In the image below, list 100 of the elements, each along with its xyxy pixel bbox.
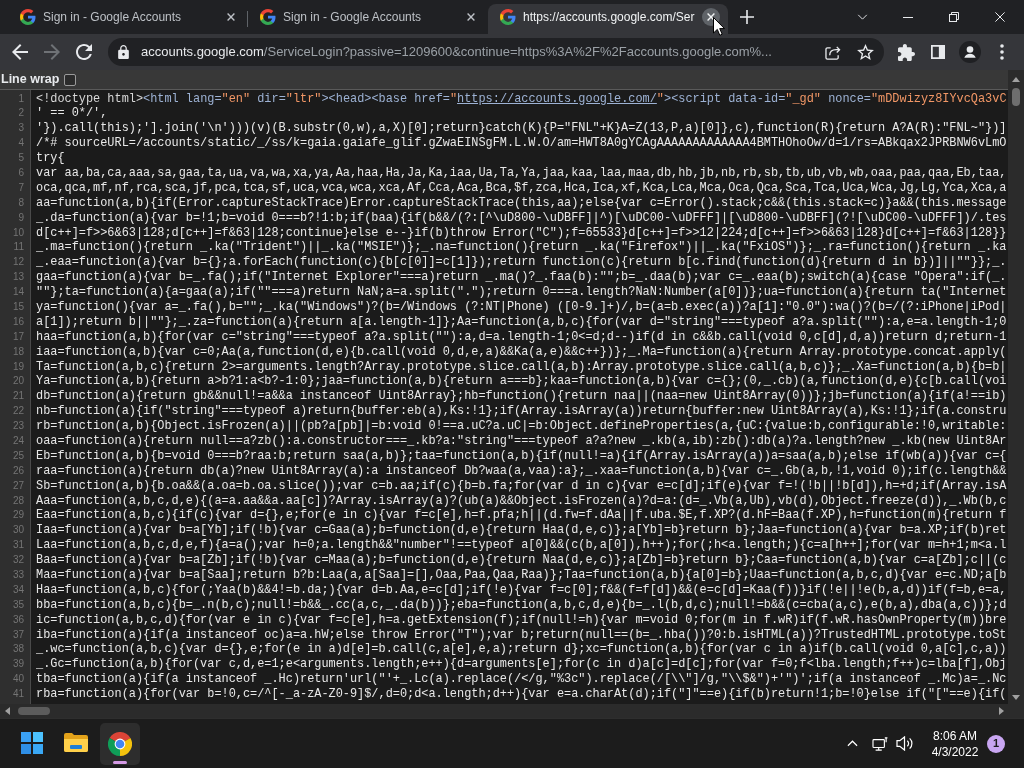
line-number: 38 bbox=[12, 643, 24, 655]
line-number: 25 bbox=[12, 449, 24, 461]
line-number: 10 bbox=[12, 226, 24, 238]
line-number: 9 bbox=[18, 211, 24, 223]
code-line: Sb=function(a,b){b.oa&&(a.oa=b.oa.slice());var c=b.aa;if(c){b=b.fa;for(var d in c){var e=c[d];if(e){var f=!(!b||!b[d]),h=+d;if(Array.isA bbox=[36, 478, 1007, 494]
scroll-down-icon[interactable] bbox=[1012, 694, 1020, 700]
code-line: iba=function(a){if(a instanceof oc)a=a.hW;else throw Error("T");var b;return(null==(b=_.hba())?0:b.isHTML(a))?TrustedHTML.prototype.toSt bbox=[36, 627, 1007, 643]
code-line: Ya=function(a,b){return a>b?1:a<b?-1:0};jaa=function(a,b){return a===b};kaa=function(a,b){var c={};(0,_.cb)(a,function(d,e){c[b.call(voi bbox=[36, 374, 1007, 390]
line-number: 32 bbox=[12, 554, 24, 566]
scroll-right-icon[interactable] bbox=[998, 707, 1004, 715]
code-line: haa=function(a,b){for(var c="string"===typeof a?a.split(""):a,d=a.length-1;0<=d;d--)if(d in c&&b.call(void 0,c[d],d,a))return d;return-1 bbox=[36, 329, 1007, 345]
g-logo-icon bbox=[260, 9, 276, 25]
address-field[interactable]: accounts.google.com/ServiceLogin?passive=1209600&continue=https%3A%2F%2Faccounts.google.com%... bbox=[108, 38, 884, 66]
plus-icon[interactable] bbox=[740, 10, 754, 24]
line-number: 37 bbox=[12, 628, 24, 640]
reload-icon[interactable] bbox=[76, 44, 92, 60]
star-icon[interactable] bbox=[857, 44, 874, 60]
notification-badge[interactable]: 1 bbox=[987, 734, 1005, 753]
g-logo-icon bbox=[500, 9, 516, 25]
code-line: ic=function(a,b,c,d){for(var e in c){var f=c[e],h=a.getExtension(f);if(null!=h){var m=void 0;for(m in f.wR)if(f.wR.hasOwnProperty(m))bre bbox=[36, 612, 1007, 628]
browser-tab[interactable]: Sign in - Google Accounts bbox=[248, 4, 488, 34]
clock-date[interactable]: 4/3/2022 bbox=[931, 743, 979, 760]
code-line: ' == 0*/', bbox=[36, 106, 108, 122]
minimize-icon[interactable] bbox=[903, 16, 913, 18]
line-number: 6 bbox=[18, 166, 24, 178]
scrollbar-thumb[interactable] bbox=[1012, 88, 1020, 106]
scrollbar-thumb[interactable] bbox=[18, 707, 50, 715]
url-link[interactable]: https://accounts.google.com/ bbox=[457, 91, 657, 106]
start-icon[interactable] bbox=[21, 732, 43, 754]
line-number: 27 bbox=[12, 479, 24, 491]
code-line: _.da=function(a){var b=!1;b=void 0===b?!1:b;if(baa){if(b&&/(?:[^\uD800-\uDBFF]|^)[\uDC00-\uDFFF]|[\uD800-\uDBFF](?![\uDC00-\uDFFF])/.tes bbox=[36, 210, 1007, 226]
line-number: 12 bbox=[12, 256, 24, 268]
checkbox-label: Line wrap bbox=[1, 72, 60, 87]
scroll-left-icon[interactable] bbox=[4, 707, 10, 715]
line-number: 7 bbox=[18, 181, 24, 193]
close-icon[interactable] bbox=[467, 13, 475, 21]
code-line: <!doctype html><html lang="en" dir="ltr"><head><base href="https://accounts.google.com/"><script data-id="_gd" nonce="mDDwizyz8IYvcQa3vC bbox=[36, 91, 1007, 107]
line-number: 28 bbox=[12, 494, 24, 506]
code-line: raa=function(a){return db(a)?new Uint8Array(a):a instanceof Db?waa(a,vaa):a};_.xaa=function(a,b){var c=_.Gb(a,b,!1,void 0);if(c.length&& bbox=[36, 463, 1007, 479]
line-number: 1 bbox=[18, 92, 24, 104]
browser-tab[interactable]: Sign in - Google Accounts bbox=[8, 4, 248, 34]
folder-icon[interactable] bbox=[64, 732, 88, 752]
code-line: Ta=function(a,b,c){return 2>=arguments.length?Array.prototype.slice.call(a,b):Array.prototype.slice.call(a,b,c)};_.Xa=function(a,b){b=b| bbox=[36, 359, 1007, 375]
avatar-icon[interactable] bbox=[959, 41, 981, 63]
lock-icon bbox=[118, 45, 129, 59]
line-number: 33 bbox=[12, 569, 24, 580]
code-line: oca,qca,mf,nf,rca,sca,jf,pca,tca,sf,uca,vca,wca,xca,Af,Cca,Aca,Bca,$f,zca,Hca,Ica,xf,Kca,Lca,Mca,Oca,Qca,Sca,Tca,Uca,Wca,Jg,Lg,Yca,Xca,a bbox=[36, 180, 1007, 196]
network-icon[interactable] bbox=[872, 736, 888, 751]
code-line: Aaa=function(a,b,c,d,e){(a=a.aa&&a.aa[c])?Array.isArray(a)?(ub(a)&&Object.isFrozen(a)?d=a:(d=_.Vb(a,Ub),vb(d),Object.freeze(d)),_.Wb(b,c bbox=[36, 493, 1007, 509]
code-line: db=function(a){return gb&&null!=a&&a instanceof Uint8Array};hb=function(){return naa||(naa=new Uint8Array(0))};jb=function(a){if(a!==ib) bbox=[36, 389, 1007, 405]
line-number: 31 bbox=[12, 539, 24, 551]
close-icon[interactable] bbox=[227, 13, 235, 21]
line-number: 22 bbox=[12, 405, 24, 417]
code-line: _.ma=function(){return _.ka("Trident")||_.ka("MSIE")};_.na=function(){return _.ka("Firefox")||_.ka("FxiOS")};_.ra=function(){return _.ka bbox=[36, 240, 1007, 256]
chevron-down-icon[interactable] bbox=[856, 14, 868, 20]
kebab-menu-icon[interactable] bbox=[1000, 44, 1004, 60]
taskbar-button[interactable] bbox=[100, 723, 140, 765]
line-number: 16 bbox=[12, 315, 24, 327]
code-line: try{ bbox=[36, 151, 65, 166]
chevron-up-icon[interactable] bbox=[846, 740, 858, 747]
line-number: 23 bbox=[12, 420, 24, 432]
code-line: _.Gc=function(a,b){for(var c,d,e=1;e<arguments.length;e++){d=arguments[e];for(c in d)a[c]=d[c];for(var f=0;f<lba.length;f++)c=lba[f],Obj bbox=[36, 657, 1007, 673]
code-line: Iaa=function(a){var b=a[Yb];if(!b){var c=Gaa(a);b=function(d,e){return Haa(d,e,c)};a[Yb]=b}return b};Jaa=function(a){var b=a.XP;if(b)ret bbox=[36, 523, 1007, 539]
line-number: 11 bbox=[13, 241, 24, 253]
line-number: 8 bbox=[18, 196, 24, 208]
browser-icon[interactable] bbox=[108, 732, 132, 756]
line-number: 41 bbox=[12, 688, 24, 700]
code-line: nb=function(a){if("string"===typeof a)return{buffer:eb(a),Ks:!1};if(Array.isArray(a))return{buffer:new Uint8Array(a),Ks:!1};if(a.constru bbox=[36, 404, 1007, 420]
line-number: 4 bbox=[18, 137, 24, 149]
code-line: '}).call(this);'].join('\n')))(v)(B.substr(0,w),a,X)[0];return}catch(K){P="FNL"+K}A=Z(13,P,a)[0]},c),function(R){return A?A(R):"FNL~"})] bbox=[36, 121, 1007, 137]
code-line: Baa=function(a){var b=a[Zb];if(!b){var c=Maa(a);b=function(d,e){return Naa(d,e,c)};a[Zb]=b}return b};Caa=function(a,b){var c=a[Zb];c||(c bbox=[36, 553, 1007, 568]
code-line: var aa,ba,ca,aaa,sa,gaa,ta,ua,va,wa,xa,ya,Aa,haa,Ha,Ja,Ka,iaa,Ua,Ta,Ya,jaa,kaa,laa,maa,db,hb,jb,nb,rb,sb,tb,ub,vb,wb,oaa,paa,qaa,Eb,taa, bbox=[36, 165, 1007, 181]
code-line: Laa=function(a,b,c,d,e,f){a=a();var h=0;a.length&&"number"!==typeof a[0]&&(c(b,a[0]),h++);for(;h<a.length;){c=a[h++];for(var m=h+1;m<a.l bbox=[36, 538, 1007, 554]
line-number: 26 bbox=[12, 464, 24, 476]
line-number: 14 bbox=[12, 286, 24, 298]
line-number: 29 bbox=[12, 509, 24, 521]
code-line: Haa=function(a,b,c){for(;Yaa(b)&&4!=b.da;){var d=b.Aa,e=c[d];if(!e){var f=c[0];f&&(f=f[d])&&(e=c[d]=Kaa(f))}if(!e||!e(b,a,d))if(f=b,e=a, bbox=[36, 582, 1007, 598]
line-number: 40 bbox=[12, 673, 24, 685]
checkbox[interactable] bbox=[64, 73, 77, 86]
restore-icon[interactable] bbox=[949, 12, 959, 22]
speaker-icon[interactable] bbox=[895, 736, 913, 751]
code-line: a[1]);return b||""};_.za=function(a){return a[a.length-1]};Aa=function(a,b,c){for(var d="string"===typeof a?a.split(""):a,e=a.length-1;0 bbox=[36, 314, 1007, 330]
browser-tab[interactable]: https://accounts.google.com/Ser bbox=[488, 4, 728, 34]
line-number: 15 bbox=[12, 300, 24, 312]
share-icon[interactable] bbox=[825, 44, 841, 60]
code-line: _.eaa=function(a){var b={};a.forEach(function(c){b[c[0]]=c[1]});return function(c){return b[c.find(function(d){return d in b})]||""}};_. bbox=[36, 255, 1007, 271]
line-number: 18 bbox=[12, 345, 24, 357]
line-number: 20 bbox=[12, 375, 24, 387]
back-icon[interactable] bbox=[12, 44, 28, 60]
code-line: _.wc=function(a,b,c){var d={},e;for(e in a)d[e]=b.call(c,a[e],e,a);return d};xc=function(a,b){for(var c in a)if(b.call(void 0,a[c],c,a)) bbox=[36, 642, 1007, 658]
line-number: 39 bbox=[12, 658, 24, 670]
clock-time[interactable]: 8:06 AM bbox=[933, 727, 977, 744]
code-line: aa=function(a,b){if(Error.captureStackTrace)Error.captureStackTrace(this,aa);else{var c=Error().stack;c&&(this.stack=c)}a&&(this.message bbox=[36, 195, 1007, 211]
line-number: 30 bbox=[12, 524, 24, 536]
line-number: 24 bbox=[12, 435, 24, 446]
line-number: 13 bbox=[12, 271, 24, 283]
side-panel-icon[interactable] bbox=[931, 45, 945, 59]
scroll-up-icon[interactable] bbox=[1012, 76, 1020, 82]
puzzle-icon[interactable] bbox=[897, 43, 915, 61]
line-number: 35 bbox=[12, 598, 24, 610]
